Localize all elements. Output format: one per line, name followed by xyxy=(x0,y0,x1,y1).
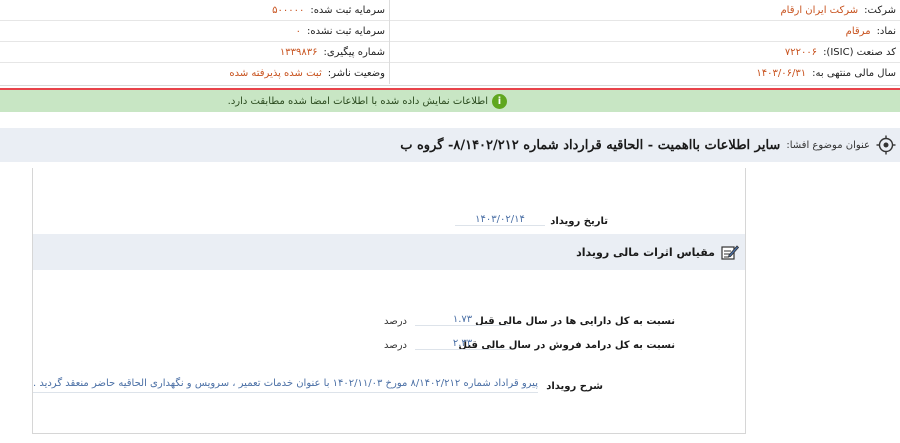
assets-ratio-value: ۱.۷۳ xyxy=(415,314,510,326)
fiscal-year-cell: سال مالی منتهی به: ۱۴۰۳/۰۶/۳۱ xyxy=(390,63,900,84)
edit-icon xyxy=(721,245,739,260)
symbol-cell: نماد: مرقام xyxy=(390,21,900,42)
symbol-label: نماد: xyxy=(876,26,896,37)
fiscal-year-value: ۱۴۰۳/۰۶/۳۱ xyxy=(756,68,807,79)
tracking-number-value: ۱۳۳۹۸۳۶ xyxy=(279,47,318,58)
assets-ratio-unit: درصد xyxy=(383,316,407,327)
target-icon xyxy=(876,135,896,155)
subject-label: عنوان موضوع افشا: xyxy=(786,139,870,151)
isic-value: ۷۲۲۰۰۶ xyxy=(784,47,818,58)
company-name: شرکت ایران ارقام xyxy=(780,5,859,16)
info-row: نماد: مرقام سرمایه ثبت نشده: ۰ xyxy=(0,21,900,42)
publisher-status-value: ثبت شده پذیرفته شده xyxy=(229,68,322,79)
info-row: کد صنعت (ISIC): ۷۲۲۰۰۶ شماره پیگیری: ۱۳۳… xyxy=(0,42,900,63)
info-row: شرکت: شرکت ایران ارقام سرمایه ثبت شده: ۵… xyxy=(0,0,900,21)
description-value: پیرو قراداد شماره ۸/۱۴۰۲/۲۱۲ مورخ ۱۴۰۲/۱… xyxy=(32,378,538,393)
company-info-table: شرکت: شرکت ایران ارقام سرمایه ثبت شده: ۵… xyxy=(0,0,900,86)
info-icon: i xyxy=(492,93,507,109)
financial-impact-title: مقیاس اثرات مالی رویداد xyxy=(576,245,715,259)
verification-message-bar: i اطلاعات نمایش داده شده با اطلاعات امضا… xyxy=(0,88,900,112)
info-row: سال مالی منتهی به: ۱۴۰۳/۰۶/۳۱ وضعیت ناشر… xyxy=(0,63,900,84)
event-date-value: ۱۴۰۳/۰۲/۱۴ xyxy=(455,214,545,226)
event-date-label: تاریخ رویداد xyxy=(550,216,608,227)
isic-label: کد صنعت (ISIC): xyxy=(823,47,896,58)
publisher-status-cell: وضعیت ناشر: ثبت شده پذیرفته شده xyxy=(0,63,390,84)
registered-capital-label: سرمایه ثبت شده: xyxy=(310,5,385,16)
isic-cell: کد صنعت (ISIC): ۷۲۲۰۰۶ xyxy=(390,42,900,63)
financial-impact-header: مقیاس اثرات مالی رویداد xyxy=(33,234,745,270)
unregistered-capital-cell: سرمایه ثبت نشده: ۰ xyxy=(0,21,390,42)
unregistered-capital-label: سرمایه ثبت نشده: xyxy=(307,26,385,37)
tracking-number-cell: شماره پیگیری: ۱۳۳۹۸۳۶ xyxy=(0,42,390,63)
unregistered-capital-value: ۰ xyxy=(295,26,302,37)
fiscal-year-label: سال مالی منتهی به: xyxy=(812,68,896,79)
revenue-ratio-value: ۲.۳۳ xyxy=(415,338,510,350)
tracking-number-label: شماره پیگیری: xyxy=(323,47,385,58)
registered-capital-value: ۵۰۰۰۰۰ xyxy=(272,5,305,16)
verification-message: اطلاعات نمایش داده شده با اطلاعات امضا ش… xyxy=(227,95,488,107)
publisher-status-label: وضعیت ناشر: xyxy=(327,68,385,79)
description-label: شرح رویداد xyxy=(546,381,603,392)
subject-title: سایر اطلاعات بااهمیت - الحاقیه قرارداد ش… xyxy=(400,137,781,153)
company-label: شرکت: xyxy=(864,5,896,16)
registered-capital-cell: سرمایه ثبت شده: ۵۰۰۰۰۰ xyxy=(0,0,390,21)
revenue-ratio-unit: درصد xyxy=(383,340,407,351)
symbol-value: مرقام xyxy=(845,26,871,37)
subject-header: عنوان موضوع افشا: سایر اطلاعات بااهمیت -… xyxy=(0,128,900,162)
event-panel: تاریخ رویداد ۱۴۰۳/۰۲/۱۴ مقیاس اثرات مالی… xyxy=(32,168,746,434)
company-name-cell: شرکت: شرکت ایران ارقام xyxy=(390,0,900,21)
